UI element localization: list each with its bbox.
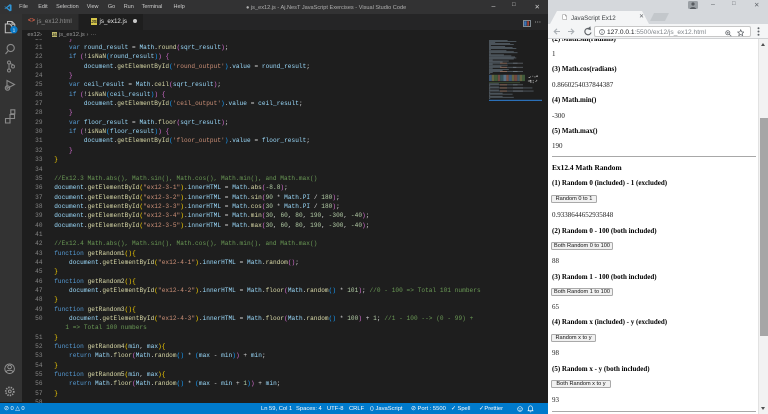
svg-text:1: 1 xyxy=(13,28,16,34)
